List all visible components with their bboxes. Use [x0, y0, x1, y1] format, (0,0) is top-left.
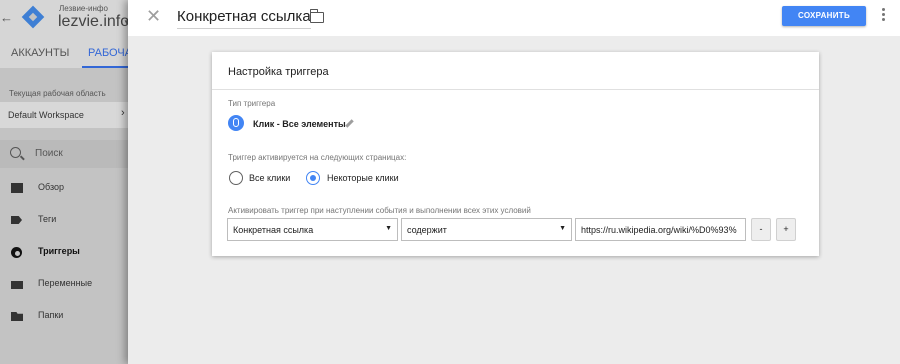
dropdown-caret-icon: ▼	[385, 225, 392, 232]
account-subtitle: Лезвие-инфо	[59, 4, 108, 13]
search-icon	[10, 147, 21, 158]
briefcase-icon	[11, 183, 23, 193]
trigger-icon	[11, 247, 22, 258]
dropdown-caret-icon: ▼	[559, 225, 566, 232]
save-button[interactable]: СОХРАНИТЬ	[782, 6, 866, 26]
sidebar-item-label: Переменные	[38, 278, 93, 288]
trigger-editor-sheet: ✕ Конкретная ссылка СОХРАНИТЬ Настройка …	[128, 0, 900, 364]
condition-operator-select[interactable]: содержит ▼	[401, 218, 572, 241]
remove-condition-button[interactable]: -	[751, 218, 771, 241]
sidebar-item-overview[interactable]: Обзор	[0, 179, 140, 199]
search-placeholder: Поиск	[35, 148, 63, 159]
workspace-selector[interactable]: Default Workspace ›	[0, 102, 140, 128]
edit-pencil-icon[interactable]	[345, 119, 354, 128]
background-app: ← Лезвие-инфо lezvie.info ▼ АККАУНТЫ РАБ…	[0, 0, 140, 364]
divider	[212, 89, 819, 90]
radio-all-clicks-label[interactable]: Все клики	[249, 173, 290, 183]
back-arrow-icon[interactable]: ←	[0, 10, 13, 25]
radio-some-clicks[interactable]	[306, 171, 320, 185]
condition-variable-select[interactable]: Конкретная ссылка ▼	[227, 218, 398, 241]
workspace-value: Default Workspace	[8, 110, 84, 120]
mouse-icon	[228, 115, 244, 131]
folder-icon	[11, 312, 23, 321]
condition-value-input[interactable]: https://ru.wikipedia.org/wiki/%D0%93%	[575, 218, 746, 241]
sidebar-item-label: Теги	[38, 214, 57, 224]
variables-icon	[11, 281, 23, 289]
tag-manager-logo-icon	[21, 5, 45, 29]
chevron-right-icon: ›	[121, 107, 125, 119]
container-name[interactable]: lezvie.info	[58, 13, 129, 31]
tab-accounts[interactable]: АККАУНТЫ	[11, 47, 69, 59]
add-condition-button[interactable]: +	[776, 218, 796, 241]
sidebar-item-folders[interactable]: Папки	[0, 307, 140, 327]
sheet-header: ✕ Конкретная ссылка СОХРАНИТЬ	[128, 0, 900, 36]
trigger-type-label: Тип триггера	[228, 99, 276, 108]
condition-variable-value: Конкретная ссылка	[233, 225, 314, 235]
close-icon[interactable]: ✕	[146, 7, 161, 25]
radio-all-clicks[interactable]	[229, 171, 243, 185]
tag-icon	[11, 216, 22, 224]
workspace-label: Текущая рабочая область	[9, 89, 106, 98]
card-title: Настройка триггера	[228, 66, 329, 78]
sidebar-item-tags[interactable]: Теги	[0, 211, 140, 231]
fires-on-label: Триггер активируется на следующих страни…	[228, 153, 407, 162]
sidebar-item-triggers[interactable]: Триггеры	[0, 243, 140, 263]
conditions-label: Активировать триггер при наступлении соб…	[228, 206, 531, 215]
trigger-config-card: Настройка триггера Тип триггера Клик - В…	[212, 52, 819, 256]
radio-some-clicks-label[interactable]: Некоторые клики	[327, 173, 399, 183]
condition-operator-value: содержит	[407, 225, 447, 235]
folder-icon[interactable]	[309, 9, 324, 23]
sidebar-item-variables[interactable]: Переменные	[0, 275, 140, 295]
sidebar-item-label: Обзор	[38, 182, 64, 192]
trigger-name-input[interactable]: Конкретная ссылка	[177, 8, 311, 29]
trigger-type-name[interactable]: Клик - Все элементы	[253, 119, 346, 129]
sidebar-item-label: Папки	[38, 310, 64, 320]
more-vert-icon[interactable]	[880, 8, 886, 24]
sidebar-item-label: Триггеры	[38, 246, 80, 256]
background-header: ← Лезвие-инфо lezvie.info ▼ АККАУНТЫ РАБ…	[0, 0, 140, 68]
search-field[interactable]: Поиск	[0, 140, 140, 168]
